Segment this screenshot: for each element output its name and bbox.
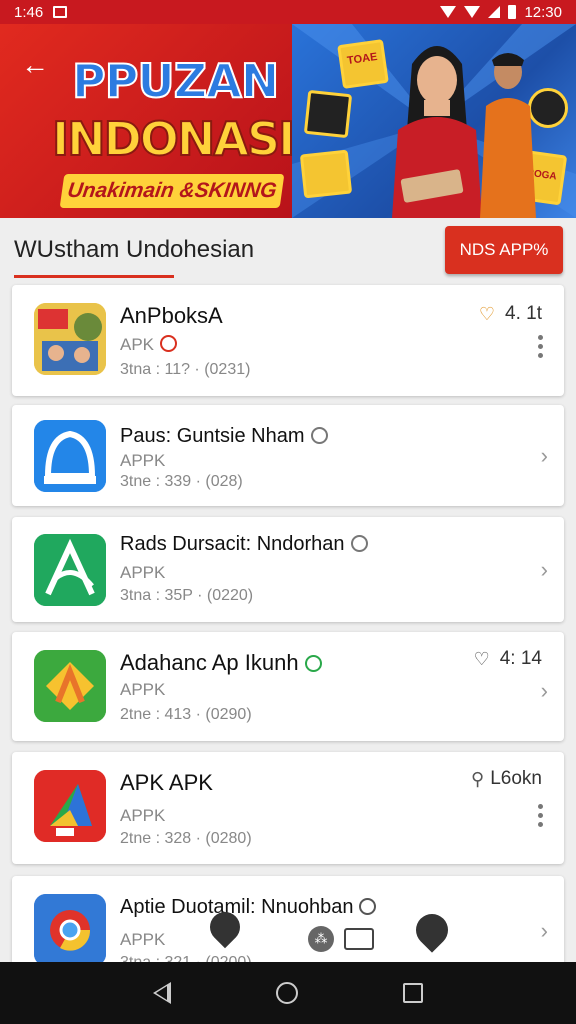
- app-type-label: APK: [120, 335, 155, 354]
- banner-title-line2: INDONASII: [51, 111, 311, 167]
- clock-icon: [350, 535, 368, 552]
- banner-image-panel: TOAE PROGA: [292, 24, 576, 218]
- nav-recents-icon[interactable]: [403, 983, 424, 1003]
- browser-app-icon: [34, 894, 106, 966]
- triangle-app-icon: [34, 770, 106, 842]
- banner-subtitle: Unakimain &SKINNG: [59, 174, 285, 208]
- app-rating-value: 4: 14: [499, 648, 542, 669]
- navigation-bar: [0, 962, 576, 1024]
- notification-icon: [53, 6, 68, 18]
- heart-icon: ♡: [473, 648, 490, 669]
- app-name-text: Aptie Duotamil: Nnuohban: [120, 896, 354, 918]
- app-type: APPK: [120, 930, 166, 949]
- app-name: Rads Dursacit: Nndorhan: [120, 533, 368, 556]
- app-rating: ⚲ L6okn: [471, 768, 542, 790]
- app-meta: 2tne : 413 · (0290): [120, 706, 252, 723]
- app-type: APPK: [120, 806, 166, 825]
- app-rating-value: L6okn: [490, 768, 542, 789]
- orange-a-app-icon: [34, 650, 106, 722]
- app-icon: [34, 420, 106, 492]
- chevron-right-icon[interactable]: ›: [541, 918, 548, 944]
- app-list-item[interactable]: Rads Dursacit: Nndorhan APPK 3tna : 35P …: [12, 517, 564, 622]
- banner-man-image: [480, 53, 536, 218]
- status-time-right: 12:30: [524, 3, 562, 21]
- bell-app-icon: [34, 420, 106, 492]
- app-type: APPK: [120, 563, 166, 582]
- nav-home-icon[interactable]: [275, 982, 298, 1004]
- app-icon: [34, 534, 106, 606]
- app-name: AnPboksA: [120, 303, 223, 328]
- clock-icon: [310, 427, 328, 444]
- back-arrow-icon[interactable]: ←: [18, 48, 52, 82]
- app-rating-value: 4. 1t: [505, 303, 542, 324]
- app-list-item[interactable]: Aptie Duotamil: Nnuohban APPK 3tna : 321…: [12, 876, 564, 976]
- app-name: Paus: Guntsie Nham: [120, 425, 328, 448]
- app-name-text: Paus: Guntsie Nham: [120, 425, 305, 447]
- app-icon: [34, 770, 106, 842]
- app-icon: [34, 894, 106, 966]
- status-bar: 1:46 12:30: [0, 0, 576, 24]
- chevron-right-icon[interactable]: ›: [541, 443, 548, 469]
- more-options-icon[interactable]: [538, 804, 544, 827]
- app-name: APK APK: [120, 770, 213, 795]
- app-name: Adahanc Ap Ikunh: [120, 650, 322, 676]
- keyboard-icon[interactable]: [344, 928, 374, 950]
- app-type: APPK: [120, 451, 166, 470]
- letter-a-app-icon: [34, 534, 106, 606]
- app-name: Aptie Duotamil: Nnuohban: [120, 896, 377, 919]
- app-name-text: Adahanc Ap Ikunh: [120, 650, 299, 675]
- signal-icon: [488, 6, 501, 18]
- status-time-left: 1:46: [14, 3, 44, 21]
- heart-icon: ♡: [478, 303, 496, 324]
- app-list-item[interactable]: Adahanc Ap Ikunh APPK 2tne : 413 · (0290…: [12, 632, 564, 741]
- chevron-right-icon[interactable]: ›: [541, 557, 548, 583]
- app-icon: [34, 650, 106, 722]
- chevron-right-icon[interactable]: ›: [541, 678, 548, 704]
- banner-gadget-image-2: [299, 149, 353, 199]
- hero-banner[interactable]: ← PPUZAN INDONASII Unakimain &SKINNG TOA…: [0, 24, 576, 218]
- verified-icon: [304, 655, 322, 672]
- app-name-text: Rads Dursacit: Nndorhan: [120, 533, 345, 555]
- wifi-icon-2: [464, 6, 481, 18]
- banner-left-panel: ← PPUZAN INDONASII Unakimain &SKINNG: [0, 24, 311, 218]
- app-icon: [34, 303, 106, 375]
- nav-back-icon[interactable]: [152, 982, 171, 1004]
- app-meta: 3tna : 35P · (0220): [120, 587, 254, 604]
- app-list-item[interactable]: Paus: Guntsie Nham APPK 3tne : 339 · (02…: [12, 405, 564, 506]
- search-icon: ⚲: [471, 768, 485, 789]
- banner-title-line1: PPUZAN: [71, 53, 280, 109]
- app-meta: 2tne : 328 · (0280): [120, 830, 252, 847]
- battery-icon: [508, 5, 517, 19]
- app-list-item[interactable]: AnPboksA APK 3tna : 11? · (0231) ♡ 4. 1t: [12, 285, 564, 396]
- translate-icon[interactable]: ⁂: [308, 926, 334, 952]
- wifi-icon: [440, 6, 457, 18]
- app-list-item[interactable]: APK APK APPK 2tne : 328 · (0280) ⚲ L6okn: [12, 752, 564, 864]
- app-type: APK: [120, 335, 178, 355]
- app-meta: 3tna : 11? · (0231): [120, 361, 251, 378]
- section-title: WUstham Undohesian: [14, 236, 255, 263]
- app-meta: 3tne : 339 · (028): [120, 473, 243, 490]
- warning-badge-icon: [160, 335, 178, 352]
- clock-icon: [359, 898, 377, 915]
- section-underline: [14, 275, 174, 278]
- banner-gadget-image: [303, 89, 353, 139]
- app-rating: ♡ 4: 14: [474, 648, 542, 670]
- nds-app-button[interactable]: NDS APP%: [445, 226, 563, 274]
- app-type: APPK: [120, 680, 166, 699]
- game-artwork-icon: [34, 303, 106, 375]
- more-options-icon[interactable]: [538, 335, 544, 358]
- app-rating: ♡ 4. 1t: [479, 303, 542, 325]
